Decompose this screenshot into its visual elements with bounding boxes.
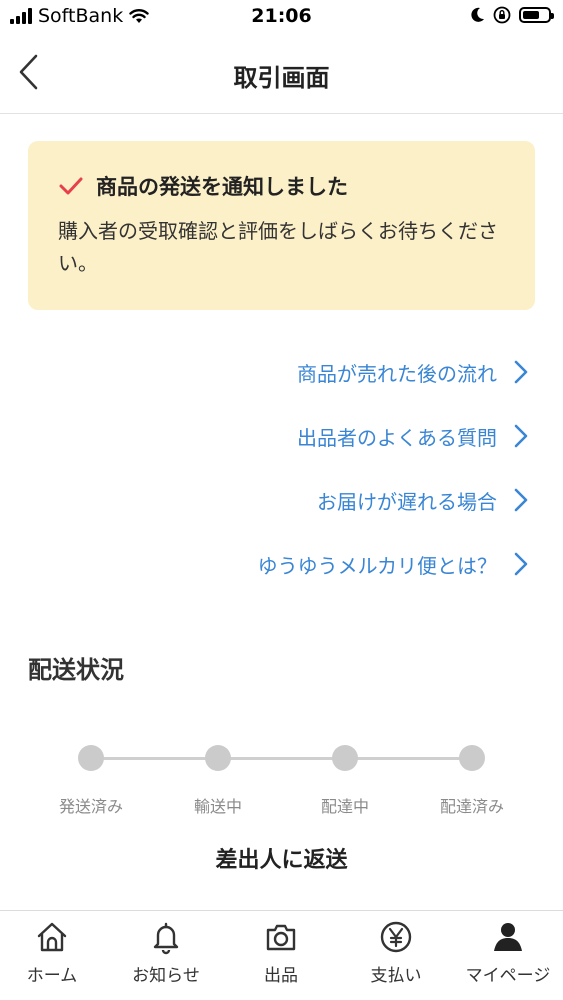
link-label: お届けが遅れる場合 [317, 489, 497, 514]
step-dot [332, 745, 358, 771]
home-icon [37, 922, 67, 952]
link-seller-faq[interactable]: 出品者のよくある質問 [0, 404, 563, 468]
tab-mypage[interactable]: マイページ [452, 919, 563, 986]
tab-label: 出品 [264, 966, 298, 986]
return-status: 差出人に返送 [215, 848, 348, 873]
step-out-for-delivery: 配達中 [290, 745, 400, 817]
link-yuyu-mercari[interactable]: ゆうゆうメルカリ便とは？ [0, 532, 563, 596]
camera-icon [266, 924, 296, 951]
chevron-right-icon [514, 360, 528, 384]
link-label: ゆうゆうメルカリ便とは？ [257, 553, 497, 578]
tab-bar: ホーム お知らせ 出品 支払い マイページ [0, 910, 563, 1000]
chevron-right-icon [514, 424, 528, 448]
step-shipped: 発送済み [36, 745, 146, 817]
notice-body: 購入者の受取確認と評価をしばらくお待ちください。 [58, 219, 498, 275]
status-right [469, 6, 554, 24]
status-bar: SoftBank 21:06 [0, 0, 563, 36]
tab-sell[interactable]: 出品 [225, 919, 337, 986]
link-label: 商品が売れた後の流れ [297, 361, 497, 386]
battery-icon [519, 7, 554, 23]
step-dot [78, 745, 104, 771]
link-flow-after-sale[interactable]: 商品が売れた後の流れ [0, 340, 563, 404]
step-dot [459, 745, 485, 771]
progress-track [91, 757, 472, 760]
checkmark-icon [59, 177, 83, 195]
bell-icon [153, 922, 179, 955]
step-in-transit: 輸送中 [163, 745, 273, 817]
tab-label: お知らせ [132, 966, 200, 986]
tab-label: 支払い [370, 966, 422, 986]
moon-icon [471, 7, 484, 22]
chevron-right-icon [514, 552, 528, 576]
tab-notifications[interactable]: お知らせ [110, 919, 222, 986]
delivery-progress: 発送済み 輸送中 配達中 配達済み [0, 740, 563, 816]
tab-home[interactable]: ホーム [0, 919, 108, 986]
chevron-right-icon [514, 488, 528, 512]
link-label: 出品者のよくある質問 [297, 425, 497, 450]
help-links: 商品が売れた後の流れ 出品者のよくある質問 お届けが遅れる場合 ゆうゆうメルカリ… [0, 340, 563, 596]
step-dot [205, 745, 231, 771]
notice-title: 商品の発送を通知しました [58, 171, 507, 201]
tab-payment[interactable]: 支払い [340, 919, 452, 986]
tab-label: ホーム [26, 966, 78, 986]
step-label: 配達済み [439, 797, 504, 816]
person-icon [494, 923, 522, 951]
step-label: 輸送中 [193, 797, 242, 816]
tab-label: マイページ [465, 966, 551, 986]
page-title: 取引画面 [233, 64, 330, 92]
step-label: 配達中 [320, 797, 369, 816]
delivery-section-title: 配送状況 [28, 656, 124, 684]
shipping-notice: 商品の発送を通知しました 購入者の受取確認と評価をしばらくお待ちください。 [28, 141, 535, 310]
nav-bar: 取引画面 [0, 36, 563, 114]
notice-title-text: 商品の発送を通知しました [96, 175, 348, 199]
orientation-lock-icon [493, 6, 511, 24]
step-label: 発送済み [58, 797, 123, 816]
link-delayed-delivery[interactable]: お届けが遅れる場合 [0, 468, 563, 532]
step-delivered: 配達済み [417, 745, 527, 817]
yen-icon [380, 921, 412, 953]
